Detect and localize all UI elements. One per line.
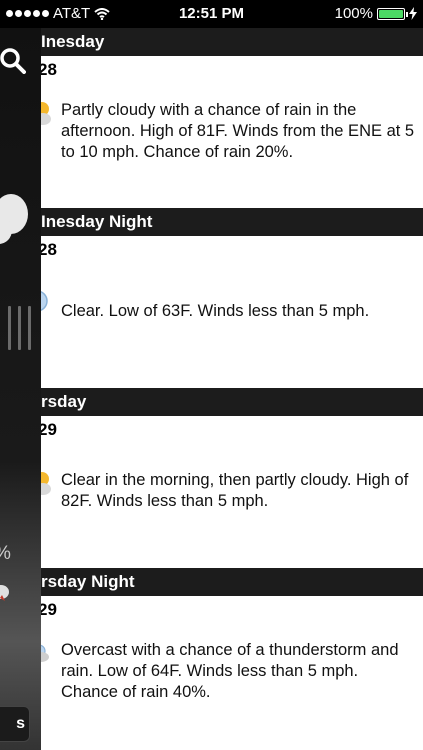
battery-status: 100% [335, 5, 417, 22]
period-date: 29 [41, 600, 57, 619]
forecast-period: rsday Night 29 Overcast with a chance of… [41, 568, 423, 748]
period-date: 29 [41, 420, 57, 439]
period-date: 28 [41, 60, 57, 79]
search-icon[interactable] [0, 48, 26, 74]
side-panel-button[interactable]: s [0, 706, 30, 742]
period-header: rsday [41, 388, 423, 416]
drag-handle[interactable] [8, 306, 31, 350]
status-bar: AT&T 12:51 PM 100% [0, 0, 423, 28]
period-header: Inesday [41, 28, 423, 56]
battery-percent: 100% [334, 5, 373, 22]
period-description: Clear in the morning, then partly cloudy… [61, 471, 409, 510]
clear-night-icon [41, 291, 48, 311]
partly-cloudy-icon [41, 102, 51, 125]
rain-drop-icon [0, 585, 9, 601]
period-body: 29 Overcast with a chance of a thunderst… [41, 596, 423, 748]
period-body: 29 Clear in the morning, then partly clo… [41, 416, 423, 568]
cloud-icon [0, 194, 28, 244]
period-description: Clear. Low of 63F. Winds less than 5 mph… [61, 302, 370, 320]
side-label-2: % [0, 543, 11, 565]
side-panel[interactable]: t % ° ° s [0, 28, 41, 750]
period-header: Inesday Night [41, 208, 423, 236]
forecast-period: Inesday Night 28 Clear. Low of 63F. Wind… [41, 208, 423, 388]
battery-fill [379, 9, 403, 18]
charging-bolt-icon [409, 7, 417, 20]
partly-cloudy-icon [41, 472, 51, 495]
period-body: 28 Partly cloudy with a chance of rain i… [41, 56, 423, 208]
battery-icon [377, 7, 408, 20]
period-description: Partly cloudy with a chance of rain in t… [61, 101, 415, 161]
period-date: 28 [41, 240, 57, 259]
period-header: rsday Night [41, 568, 423, 596]
forecast-period: Inesday 28 Partly cloudy with a chance o… [41, 28, 423, 208]
forecast-period: rsday 29 Clear in the morning, then part… [41, 388, 423, 568]
period-body: 28 Clear. Low of 63F. Winds less than 5 … [41, 236, 423, 388]
period-description: Overcast with a chance of a thunderstorm… [61, 641, 399, 701]
forecast-list[interactable]: Inesday 28 Partly cloudy with a chance o… [41, 28, 423, 750]
overcast-night-icon [41, 644, 49, 662]
